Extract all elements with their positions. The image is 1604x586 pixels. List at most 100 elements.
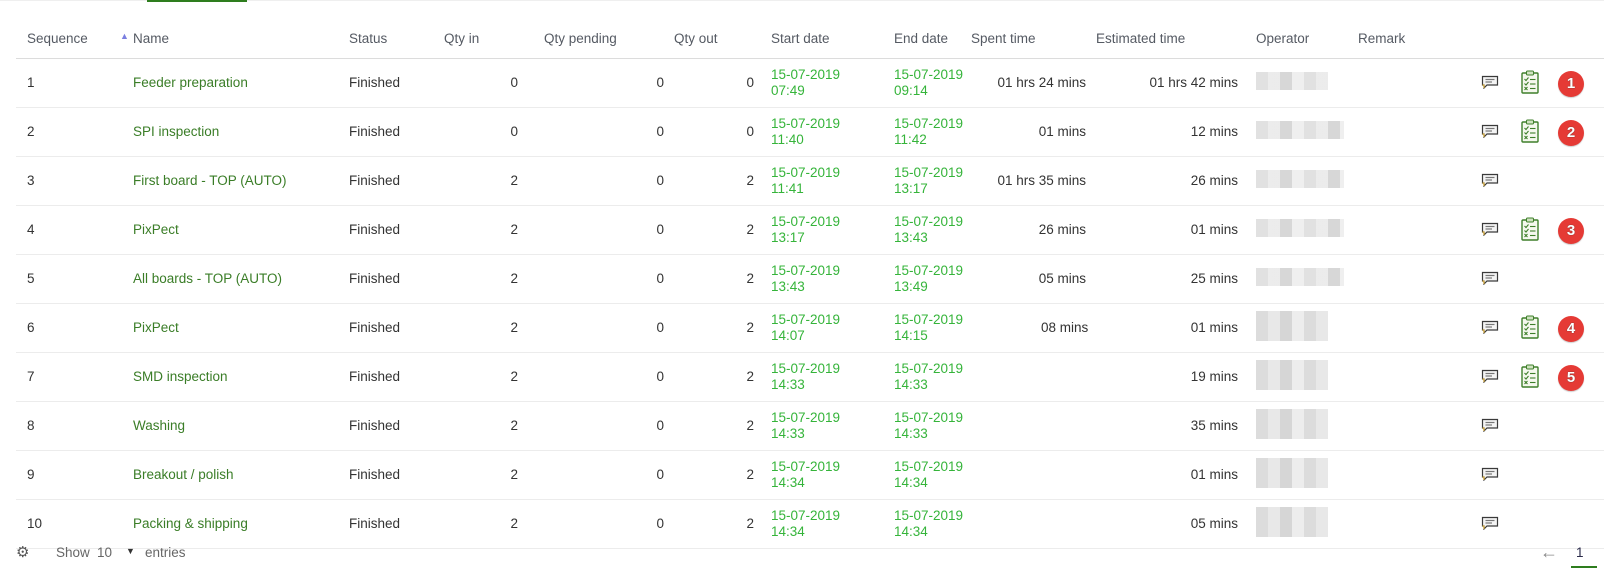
cell-estimated-time: 35 mins bbox=[1096, 401, 1248, 451]
comment-icon[interactable] bbox=[1481, 124, 1499, 138]
cell-spent-time bbox=[971, 352, 1096, 402]
cell-spent-time: 01 mins bbox=[971, 107, 1096, 157]
start-time: 11:40 bbox=[771, 131, 804, 147]
table-row[interactable]: 4 PixPect Finished 2 0 2 15-07-2019 13:1… bbox=[16, 205, 1604, 255]
cell-end-date: 15-07-2019 13:43 bbox=[876, 205, 971, 255]
column-header-spent-time[interactable]: Spent time bbox=[971, 19, 1096, 59]
column-header-operator[interactable]: Operator bbox=[1248, 19, 1358, 59]
checklist-icon[interactable] bbox=[1521, 217, 1539, 241]
start-date: 15-07-2019 bbox=[771, 66, 841, 82]
cell-estimated-time: 26 mins bbox=[1096, 156, 1248, 206]
table-row[interactable]: 9 Breakout / polish Finished 2 0 2 15-07… bbox=[16, 450, 1604, 500]
table-row[interactable]: 7 SMD inspection Finished 2 0 2 15-07-20… bbox=[16, 352, 1604, 402]
comment-icon[interactable] bbox=[1481, 320, 1499, 334]
operator-redacted bbox=[1256, 121, 1344, 139]
column-header-remark[interactable]: Remark bbox=[1358, 19, 1458, 59]
cell-name: PixPect bbox=[133, 205, 349, 255]
cell-end-date: 15-07-2019 14:33 bbox=[876, 352, 971, 402]
cell-actions bbox=[1458, 254, 1604, 304]
table-row[interactable]: 5 All boards - TOP (AUTO) Finished 2 0 2… bbox=[16, 254, 1604, 304]
step-name-link[interactable]: SMD inspection bbox=[133, 369, 228, 384]
chevron-down-icon[interactable]: ▼ bbox=[126, 546, 135, 556]
table-row[interactable]: 1 Feeder preparation Finished 0 0 0 15-0… bbox=[16, 58, 1604, 108]
comment-icon[interactable] bbox=[1481, 369, 1499, 383]
end-time: 14:15 bbox=[894, 327, 928, 343]
cell-estimated-time: 01 mins bbox=[1096, 205, 1248, 255]
gear-icon[interactable]: ⚙ bbox=[16, 545, 32, 561]
page-1-button[interactable]: 1 bbox=[1576, 545, 1584, 560]
active-tab-indicator bbox=[147, 0, 247, 2]
comment-icon[interactable] bbox=[1481, 75, 1499, 89]
comment-icon[interactable] bbox=[1481, 418, 1499, 432]
end-date: 15-07-2019 bbox=[894, 311, 964, 327]
table-row[interactable]: 3 First board - TOP (AUTO) Finished 2 0 … bbox=[16, 156, 1604, 206]
previous-page-button[interactable]: ← bbox=[1540, 542, 1558, 563]
cell-start-date: 15-07-2019 14:07 bbox=[761, 303, 876, 353]
cell-operator bbox=[1248, 205, 1358, 255]
comment-icon[interactable] bbox=[1481, 222, 1499, 236]
column-header-estimated-time[interactable]: Estimated time bbox=[1096, 19, 1248, 59]
table-header-row: Sequence ▲ Name Status Qty in Qty pendin… bbox=[16, 19, 1604, 59]
cell-name: Breakout / polish bbox=[133, 450, 349, 500]
column-header-start-date[interactable]: Start date bbox=[761, 19, 876, 59]
cell-name: PixPect bbox=[133, 303, 349, 353]
column-header-qty-pending[interactable]: Qty pending bbox=[544, 19, 674, 59]
table-row[interactable]: 6 PixPect Finished 2 0 2 15-07-2019 14:0… bbox=[16, 303, 1604, 353]
cell-end-date: 15-07-2019 09:14 bbox=[876, 58, 971, 108]
operator-redacted bbox=[1256, 311, 1328, 341]
cell-status: Finished bbox=[349, 107, 444, 157]
page-size-select[interactable]: 10 bbox=[97, 545, 112, 560]
column-header-status[interactable]: Status bbox=[349, 19, 444, 59]
cell-operator bbox=[1248, 303, 1358, 353]
comment-icon[interactable] bbox=[1481, 516, 1499, 530]
column-header-sequence[interactable]: Sequence ▲ bbox=[16, 19, 133, 59]
comment-icon[interactable] bbox=[1481, 271, 1499, 285]
cell-end-date: 15-07-2019 14:33 bbox=[876, 401, 971, 451]
cell-status: Finished bbox=[349, 254, 444, 304]
step-name-link[interactable]: Washing bbox=[133, 418, 185, 433]
step-name-link[interactable]: Feeder preparation bbox=[133, 75, 248, 90]
sort-asc-icon[interactable]: ▲ bbox=[120, 31, 129, 41]
end-date: 15-07-2019 bbox=[894, 66, 964, 82]
step-name-link[interactable]: Packing & shipping bbox=[133, 516, 248, 531]
step-name-link[interactable]: SPI inspection bbox=[133, 124, 219, 139]
cell-sequence: 9 bbox=[16, 450, 133, 500]
cell-name: All boards - TOP (AUTO) bbox=[133, 254, 349, 304]
checklist-icon[interactable] bbox=[1521, 119, 1539, 143]
comment-icon[interactable] bbox=[1481, 467, 1499, 481]
step-name-link[interactable]: Breakout / polish bbox=[133, 467, 234, 482]
cell-operator bbox=[1248, 156, 1358, 206]
cell-remark bbox=[1358, 450, 1458, 500]
table-row[interactable]: 2 SPI inspection Finished 0 0 0 15-07-20… bbox=[16, 107, 1604, 157]
cell-spent-time: 26 mins bbox=[971, 205, 1096, 255]
column-header-end-date[interactable]: End date bbox=[876, 19, 971, 59]
checklist-icon[interactable] bbox=[1521, 364, 1539, 388]
column-header-qty-in[interactable]: Qty in bbox=[444, 19, 544, 59]
step-name-link[interactable]: PixPect bbox=[133, 222, 179, 237]
step-name-link[interactable]: First board - TOP (AUTO) bbox=[133, 173, 287, 188]
start-time: 07:49 bbox=[771, 82, 805, 98]
column-header-name[interactable]: Name bbox=[133, 19, 349, 59]
column-header-qty-out[interactable]: Qty out bbox=[674, 19, 761, 59]
cell-qty-in: 2 bbox=[444, 156, 544, 206]
cell-actions: 1 bbox=[1458, 58, 1604, 108]
cell-estimated-time: 12 mins bbox=[1096, 107, 1248, 157]
cell-qty-in: 2 bbox=[444, 303, 544, 353]
cell-remark bbox=[1358, 58, 1458, 108]
cell-status: Finished bbox=[349, 156, 444, 206]
cell-operator bbox=[1248, 450, 1358, 500]
cell-start-date: 15-07-2019 13:17 bbox=[761, 205, 876, 255]
step-name-link[interactable]: PixPect bbox=[133, 320, 179, 335]
step-name-link[interactable]: All boards - TOP (AUTO) bbox=[133, 271, 282, 286]
cell-remark bbox=[1358, 401, 1458, 451]
cell-start-date: 15-07-2019 14:33 bbox=[761, 401, 876, 451]
comment-icon[interactable] bbox=[1481, 173, 1499, 187]
checklist-icon[interactable] bbox=[1521, 70, 1539, 94]
end-time: 14:33 bbox=[894, 376, 928, 392]
table-row[interactable]: 8 Washing Finished 2 0 2 15-07-2019 14:3… bbox=[16, 401, 1604, 451]
end-time: 09:14 bbox=[894, 82, 928, 98]
step-number-badge: 3 bbox=[1558, 217, 1584, 244]
start-date: 15-07-2019 bbox=[771, 458, 841, 474]
checklist-icon[interactable] bbox=[1521, 315, 1539, 339]
start-time: 14:07 bbox=[771, 327, 805, 343]
